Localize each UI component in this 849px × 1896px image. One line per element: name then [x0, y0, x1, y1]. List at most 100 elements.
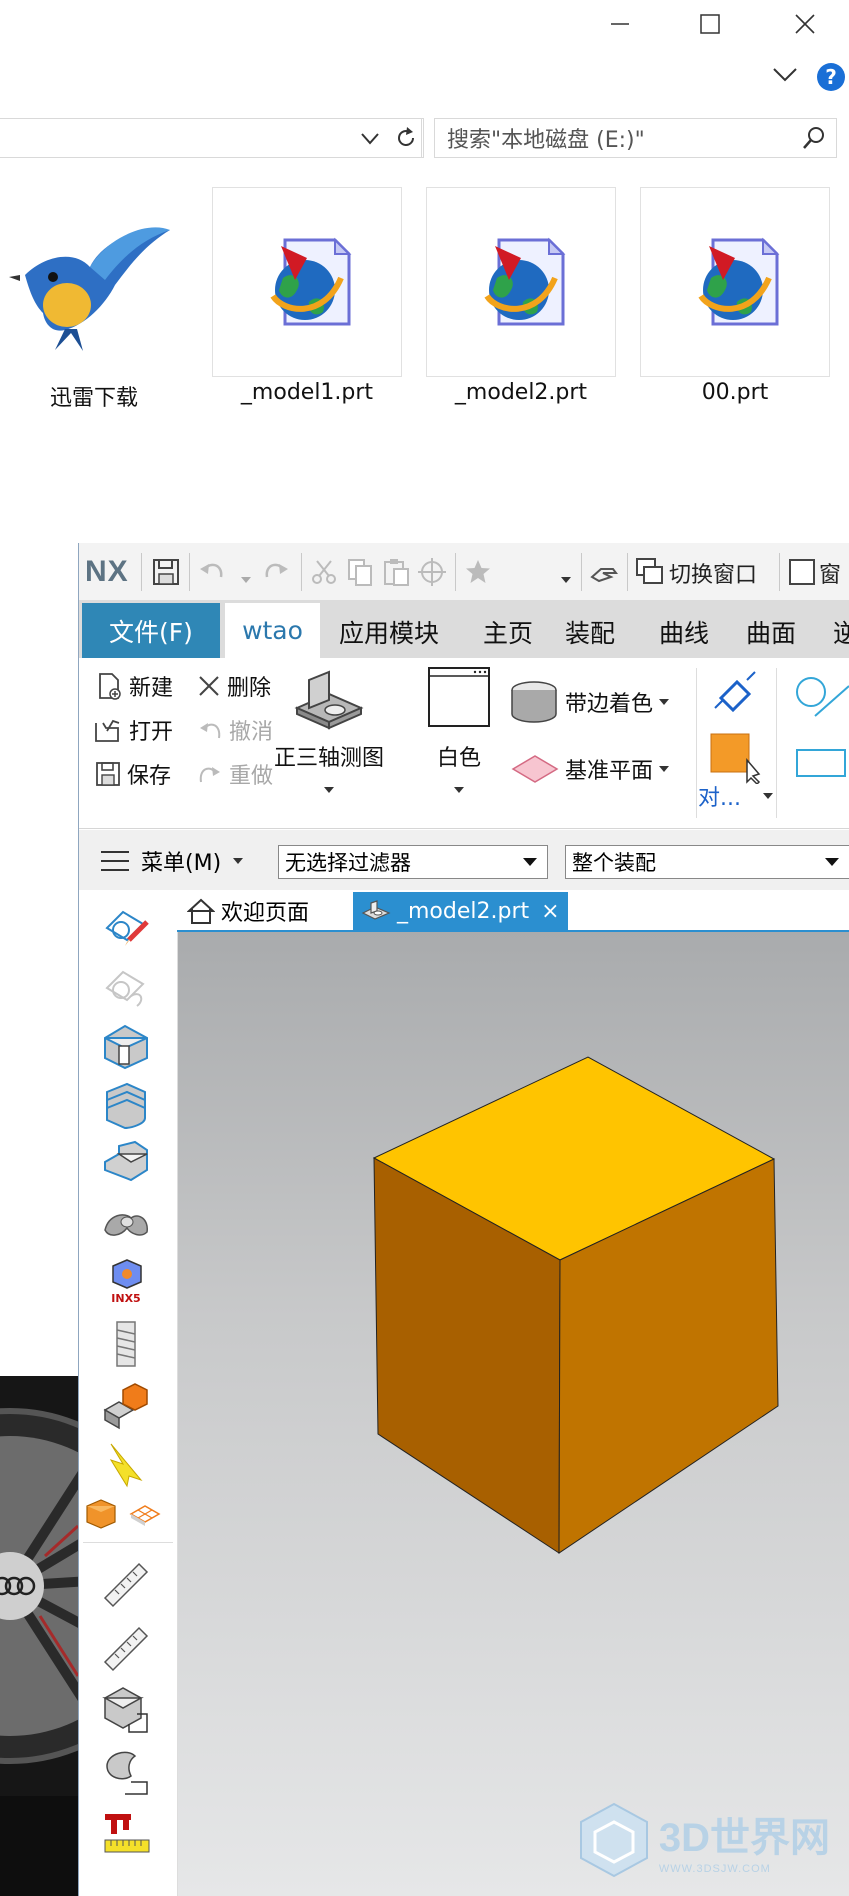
nx-window: NX 切换窗口 窗 文件(F) wtao 应用模块 主页 装配 曲线 曲面 逆	[78, 543, 849, 1896]
hole-icon[interactable]	[101, 1140, 151, 1190]
rectangle-tool-button[interactable]	[795, 746, 847, 784]
redo-label: 重做	[229, 764, 274, 789]
ribbon-tabs: 文件(F) wtao 应用模块 主页 装配 曲线 曲面 逆	[79, 600, 849, 658]
thread-icon[interactable]	[101, 1320, 151, 1370]
view-orient-label: 正三轴测图	[273, 746, 384, 771]
ruler-icon[interactable]	[101, 1558, 151, 1608]
render-style-button[interactable]: 带边着色	[509, 678, 670, 726]
cut-icon[interactable]	[309, 557, 339, 587]
cube-small-icon[interactable]	[83, 1496, 119, 1532]
datum-plane-dropdown[interactable]	[659, 766, 670, 772]
close-tab-icon[interactable]: ×	[541, 899, 559, 924]
save-button[interactable]: 保存	[95, 758, 171, 790]
undo-button[interactable]: 撤消	[197, 714, 273, 746]
scope-dropdown[interactable]: 整个装配	[565, 845, 849, 879]
file-item-model1[interactable]	[212, 187, 402, 377]
address-bar[interactable]	[0, 118, 422, 158]
caliper-icon[interactable]	[101, 1808, 151, 1858]
redo-button[interactable]: 重做	[197, 758, 273, 790]
tab-assembly[interactable]: 装配	[565, 614, 615, 650]
revolve-icon[interactable]	[101, 1080, 151, 1130]
copy-icon[interactable]	[345, 557, 375, 587]
tab-applications[interactable]: 应用模块	[339, 614, 439, 650]
window-label[interactable]: 窗	[819, 557, 841, 589]
cube-model[interactable]	[178, 932, 849, 1896]
search-box[interactable]: 搜索"本地磁盘 (E:)"	[434, 118, 837, 158]
render-style-dropdown[interactable]	[659, 699, 670, 705]
favorites-dropdown[interactable]	[561, 568, 571, 587]
new-button[interactable]: 新建	[97, 670, 173, 702]
separator	[776, 668, 777, 818]
file-name-thunder: 迅雷下载	[49, 386, 138, 411]
pipe-icon[interactable]	[101, 1200, 151, 1250]
save-icon[interactable]	[151, 557, 181, 587]
block-feature-icon[interactable]	[101, 1380, 151, 1430]
mesh-icon[interactable]	[127, 1496, 163, 1532]
tab-surface[interactable]: 曲面	[746, 614, 796, 650]
file-name-00: 00.prt	[701, 380, 769, 405]
tab-file[interactable]: 文件(F)	[82, 603, 220, 658]
undo-icon[interactable]	[197, 557, 227, 587]
background-dropdown[interactable]	[454, 778, 464, 797]
refresh-button[interactable]	[388, 118, 424, 158]
lightning-icon[interactable]	[101, 1440, 151, 1490]
tab-curve[interactable]: 曲线	[659, 614, 709, 650]
sketch-disabled-icon[interactable]	[101, 960, 151, 1010]
type-filter-dropdown[interactable]: 无选择过滤器	[278, 845, 548, 879]
snap-target-icon[interactable]	[417, 557, 447, 587]
address-history-dropdown[interactable]	[360, 131, 380, 150]
window-icon[interactable]	[787, 557, 817, 587]
open-button[interactable]: 打开	[93, 714, 173, 746]
tab-home[interactable]: 主页	[483, 614, 533, 650]
rectangle-icon	[796, 749, 846, 777]
datum-plane-button[interactable]: 基准平面	[511, 753, 670, 785]
move-object-icon	[714, 671, 756, 713]
object-group-button[interactable]: 对...	[698, 780, 773, 812]
nx-part-file-icon	[484, 237, 566, 326]
background-button[interactable]: 白色	[423, 666, 495, 816]
switch-window-icon[interactable]	[635, 557, 665, 587]
separator	[627, 553, 628, 591]
ribbon-expand-button[interactable]	[772, 66, 798, 88]
ruler-2-icon[interactable]	[101, 1622, 151, 1672]
maximize-button[interactable]	[680, 0, 740, 48]
tab-model2[interactable]: _model2.prt ×	[353, 892, 568, 930]
separator	[141, 553, 142, 591]
tab-wtao[interactable]: wtao	[225, 603, 320, 658]
measure-body-icon[interactable]	[101, 1684, 151, 1734]
datum-plane-label: 基准平面	[565, 759, 654, 784]
refresh-icon	[397, 127, 414, 146]
minimize-button[interactable]	[590, 0, 650, 48]
inx5-tool[interactable]: INX5	[101, 1258, 151, 1308]
file-item-thunder[interactable]	[0, 187, 190, 377]
close-button[interactable]	[775, 0, 835, 48]
paste-icon[interactable]	[381, 557, 411, 587]
circle-tool-button[interactable]	[791, 672, 849, 722]
save-label: 保存	[127, 764, 172, 789]
search-icon[interactable]	[802, 126, 826, 150]
object-group-dropdown[interactable]	[762, 793, 773, 799]
menu-button[interactable]: 菜单(M)	[101, 845, 244, 877]
file-item-00[interactable]	[640, 187, 830, 377]
touch-mode-icon[interactable]	[589, 557, 619, 587]
file-item-model2[interactable]	[426, 187, 616, 377]
measure-face-icon[interactable]	[101, 1746, 151, 1796]
help-button[interactable]: ?	[817, 63, 845, 91]
tab-reverse[interactable]: 逆	[833, 614, 849, 650]
redo-icon[interactable]	[261, 557, 291, 587]
extrude-icon[interactable]	[101, 1020, 151, 1070]
tab-welcome[interactable]: 欢迎页面	[179, 892, 317, 930]
star-icon[interactable]	[463, 557, 493, 587]
new-file-icon	[99, 673, 121, 700]
move-object-button[interactable]	[711, 668, 759, 720]
delete-button[interactable]: 删除	[197, 670, 271, 702]
switch-window-label[interactable]: 切换窗口	[669, 557, 757, 589]
new-label: 新建	[129, 676, 174, 701]
graphics-window[interactable]: 3D世界网 WWW.3DSJW.COM	[178, 932, 849, 1896]
view-orient-dropdown[interactable]	[324, 778, 334, 797]
view-orient-button[interactable]: 正三轴测图	[269, 668, 389, 818]
save-icon	[96, 762, 120, 786]
search-input[interactable]: 搜索"本地磁盘 (E:)"	[447, 122, 645, 154]
sketch-icon[interactable]	[101, 900, 151, 950]
undo-dropdown[interactable]	[241, 568, 251, 587]
